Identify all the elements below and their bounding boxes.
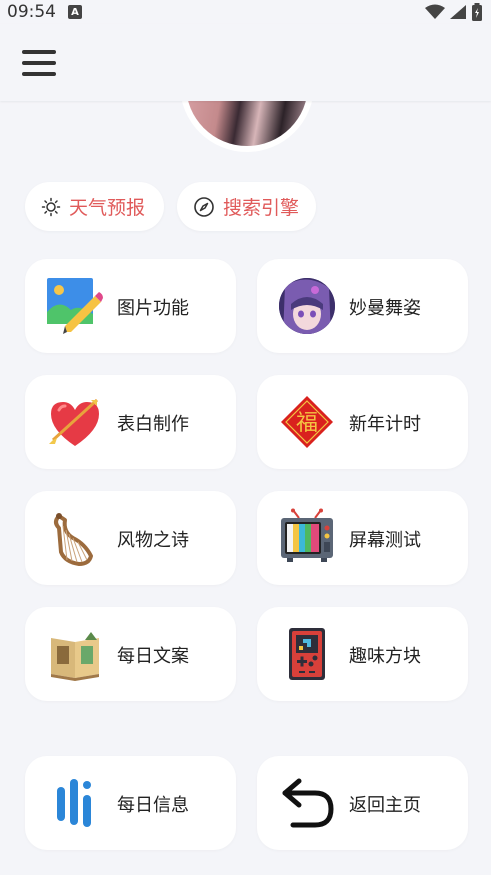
status-time: 09:54	[7, 2, 56, 22]
lyre-icon	[54, 513, 93, 566]
card-label: 每日文案	[117, 646, 189, 667]
open-book-icon	[51, 632, 99, 681]
app-top-bar	[0, 24, 491, 101]
search-engine-chip-label: 搜索引擎	[223, 197, 300, 219]
bars-logo-icon	[57, 779, 91, 827]
card-label: 新年计时	[349, 414, 421, 435]
card-label: 妙曼舞姿	[349, 298, 421, 319]
menu-line	[22, 72, 56, 76]
card-label: 表白制作	[117, 414, 189, 435]
card-daily-copywriting[interactable]: 每日文案	[25, 607, 236, 701]
return-arrow-icon	[282, 778, 334, 828]
weather-chip-label: 天气预报	[69, 197, 146, 219]
svg-text:福: 福	[296, 411, 318, 436]
anime-avatar-icon	[279, 278, 335, 334]
search-engine-chip[interactable]: 搜索引擎	[177, 182, 316, 231]
signal-icon	[450, 5, 466, 19]
card-image-functions[interactable]: 图片功能	[25, 259, 236, 353]
image-edit-icon	[47, 278, 103, 334]
card-fun-blocks[interactable]: 趣味方块	[257, 607, 468, 701]
card-label: 风物之诗	[117, 530, 189, 551]
card-graceful-dance[interactable]: 妙曼舞姿	[257, 259, 468, 353]
card-label: 每日信息	[117, 795, 189, 816]
sun-icon	[41, 197, 61, 216]
card-daily-info[interactable]: 每日信息	[25, 756, 236, 850]
game-console-icon	[289, 628, 325, 680]
retro-tv-icon	[281, 508, 333, 562]
heart-arrow-icon	[49, 398, 99, 446]
card-label: 趣味方块	[349, 646, 421, 667]
status-bar: 09:54 A	[0, 0, 491, 24]
battery-icon	[472, 3, 482, 21]
fu-diamond-icon: 福	[281, 396, 333, 448]
hamburger-menu-icon[interactable]	[22, 50, 56, 76]
wifi-icon	[425, 4, 445, 19]
notification-icon: A	[68, 5, 82, 19]
card-label: 图片功能	[117, 298, 189, 319]
card-label: 返回主页	[349, 795, 421, 816]
weather-chip[interactable]: 天气预报	[25, 182, 164, 231]
card-new-year-timer[interactable]: 福 新年计时	[257, 375, 468, 469]
card-label: 屏幕测试	[349, 530, 421, 551]
compass-icon	[194, 196, 214, 217]
card-screen-test[interactable]: 屏幕测试	[257, 491, 468, 585]
menu-line	[22, 61, 56, 65]
card-back-to-home[interactable]: 返回主页	[257, 756, 468, 850]
menu-line	[22, 50, 56, 54]
card-confession-maker[interactable]: 表白制作	[25, 375, 236, 469]
card-poem-of-things[interactable]: 风物之诗	[25, 491, 236, 585]
